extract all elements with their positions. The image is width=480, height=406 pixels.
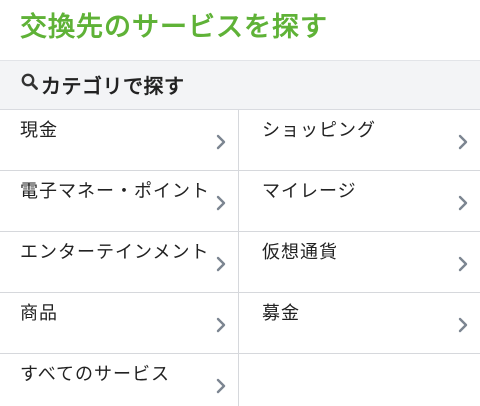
empty-cell [239, 354, 480, 406]
category-label: すべてのサービス [20, 364, 171, 385]
category-item-emoney-points[interactable]: 電子マネー・ポイント [0, 171, 239, 232]
chevron-right-icon [458, 256, 468, 272]
category-item-donation[interactable]: 募金 [239, 293, 480, 354]
chevron-right-icon [216, 256, 226, 272]
chevron-right-icon [458, 134, 468, 150]
category-label: 電子マネー・ポイント [20, 181, 210, 202]
category-label: 現金 [20, 120, 58, 141]
category-item-goods[interactable]: 商品 [0, 293, 239, 354]
category-label: 募金 [262, 303, 300, 324]
category-grid: 現金 ショッピング 電子マネー・ポイント マイレージ エンターテインメント 仮想… [0, 110, 480, 406]
category-item-all-services[interactable]: すべてのサービス [0, 354, 239, 406]
chevron-right-icon [216, 317, 226, 333]
chevron-right-icon [458, 195, 468, 211]
category-label: 商品 [20, 303, 58, 324]
chevron-right-icon [216, 378, 226, 394]
page-title: 交換先のサービスを探す [20, 12, 328, 43]
chevron-right-icon [216, 134, 226, 150]
category-item-entertainment[interactable]: エンターテインメント [0, 232, 239, 293]
category-label: エンターテインメント [20, 242, 210, 263]
section-title: カテゴリで探す [41, 74, 185, 98]
search-icon [21, 73, 38, 90]
category-item-mileage[interactable]: マイレージ [239, 171, 480, 232]
category-label: マイレージ [262, 181, 357, 202]
chevron-right-icon [458, 317, 468, 333]
category-section-header: カテゴリで探す [0, 60, 480, 110]
category-item-crypto[interactable]: 仮想通貨 [239, 232, 480, 293]
category-item-cash[interactable]: 現金 [0, 110, 239, 171]
category-label: ショッピング [262, 120, 376, 141]
chevron-right-icon [216, 195, 226, 211]
category-item-shopping[interactable]: ショッピング [239, 110, 480, 171]
category-label: 仮想通貨 [262, 242, 338, 263]
